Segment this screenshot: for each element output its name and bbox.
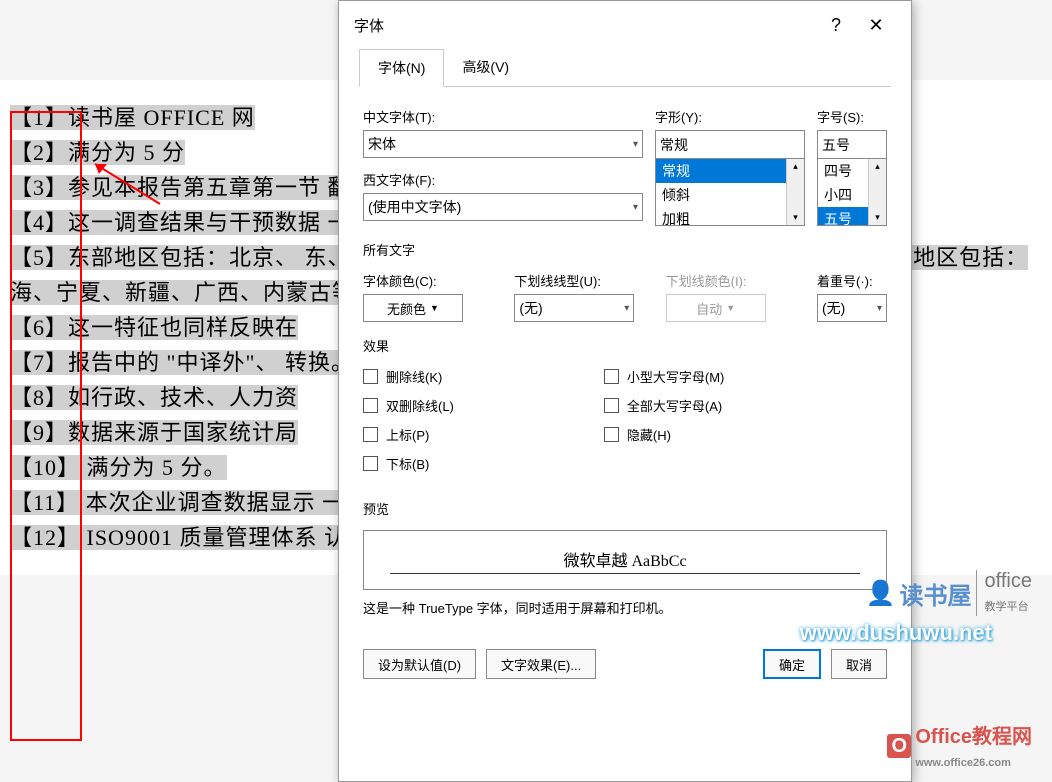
watermark-office-site: O Office教程网www.office26.com (887, 720, 1032, 772)
label-cn-font: 中文字体(T): (363, 107, 643, 126)
checkbox-icon (363, 398, 378, 413)
tab-font[interactable]: 字体(N) (359, 49, 444, 87)
checkbox-strikethrough[interactable]: 删除线(K) (363, 367, 454, 386)
style-item-regular[interactable]: 常规 (656, 159, 804, 183)
checkbox-small-caps[interactable]: 小型大写字母(M) (604, 367, 725, 386)
size-input[interactable]: 五号 (817, 130, 887, 158)
checkbox-icon (363, 427, 378, 442)
tab-advanced[interactable]: 高级(V) (444, 49, 527, 86)
checkbox-all-caps[interactable]: 全部大写字母(A) (604, 396, 725, 415)
checkbox-superscript[interactable]: 上标(P) (363, 425, 454, 444)
close-button[interactable]: ✕ (856, 15, 896, 36)
style-item-bold[interactable]: 加粗 (656, 207, 804, 226)
size-value: 五号 (822, 135, 850, 155)
font-dialog: 字体 ? ✕ 字体(N) 高级(V) 中文字体(T): 宋体 ▾ 西文字体(F)… (338, 0, 912, 782)
label-emphasis: 着重号(·): (817, 271, 887, 290)
dialog-tabs: 字体(N) 高级(V) (359, 49, 891, 87)
chevron-down-icon: ▾ (633, 139, 638, 150)
annotation-arrow-icon (85, 154, 165, 214)
emphasis-combo[interactable]: (无)▾ (817, 294, 887, 322)
ok-button[interactable]: 确定 (763, 649, 821, 679)
checkbox-double-strikethrough[interactable]: 双删除线(L) (363, 396, 454, 415)
set-default-button[interactable]: 设为默认值(D) (363, 649, 476, 679)
checkbox-hidden[interactable]: 隐藏(H) (604, 425, 725, 444)
checkbox-icon (363, 456, 378, 471)
style-item-italic[interactable]: 倾斜 (656, 183, 804, 207)
watermark-dushuwu: 👤 读书屋 office教学平台 (866, 570, 1032, 616)
dialog-titlebar: 字体 ? ✕ (339, 1, 911, 49)
annotation-red-box (10, 111, 82, 741)
label-underline: 下划线线型(U): (514, 271, 653, 290)
checkbox-subscript[interactable]: 下标(B) (363, 454, 454, 473)
scrollbar[interactable]: ▴▾ (786, 159, 804, 225)
office-logo-icon: O (887, 734, 911, 758)
checkbox-icon (604, 369, 619, 384)
label-style: 字形(Y): (655, 107, 805, 126)
dialog-title: 字体 (354, 15, 816, 36)
chevron-down-icon: ▾ (624, 303, 629, 314)
underline-combo[interactable]: (无)▾ (514, 294, 634, 322)
watermark-url: www.dushuwu.net (800, 620, 992, 646)
size-listbox[interactable]: 四号 小四 五号 ▴▾ (817, 158, 887, 226)
preview-note: 这是一种 TrueType 字体，同时适用于屏幕和打印机。 (363, 598, 887, 617)
checkbox-icon (604, 427, 619, 442)
text-effects-button[interactable]: 文字效果(E)... (486, 649, 596, 679)
underline-color-dropdown: 自动▼ (666, 294, 766, 322)
label-all-text: 所有文字 (363, 240, 887, 259)
person-icon: 👤 (866, 579, 896, 608)
style-input[interactable]: 常规 (655, 130, 805, 158)
west-font-combo[interactable]: (使用中文字体) ▾ (363, 193, 643, 221)
label-west-font: 西文字体(F): (363, 170, 643, 189)
checkbox-icon (363, 369, 378, 384)
chevron-down-icon: ▼ (726, 303, 735, 313)
style-listbox[interactable]: 常规 倾斜 加粗 ▴▾ (655, 158, 805, 226)
style-value: 常规 (660, 135, 688, 155)
label-underline-color: 下划线颜色(I): (666, 271, 805, 290)
chevron-down-icon: ▼ (430, 303, 439, 313)
cn-font-combo[interactable]: 宋体 ▾ (363, 130, 643, 158)
label-size: 字号(S): (817, 107, 887, 126)
cancel-button[interactable]: 取消 (831, 649, 887, 679)
chevron-down-icon: ▾ (877, 303, 882, 314)
label-preview: 预览 (363, 499, 887, 518)
preview-box: 微软卓越 AaBbCc (363, 530, 887, 590)
preview-text: 微软卓越 AaBbCc (390, 547, 860, 574)
checkbox-icon (604, 398, 619, 413)
west-font-value: (使用中文字体) (368, 197, 461, 217)
cn-font-value: 宋体 (368, 134, 396, 154)
label-font-color: 字体颜色(C): (363, 271, 502, 290)
help-button[interactable]: ? (816, 15, 856, 36)
chevron-down-icon: ▾ (633, 202, 638, 213)
font-color-dropdown[interactable]: 无颜色▼ (363, 294, 463, 322)
scrollbar[interactable]: ▴▾ (868, 159, 886, 225)
label-effects: 效果 (363, 336, 887, 355)
